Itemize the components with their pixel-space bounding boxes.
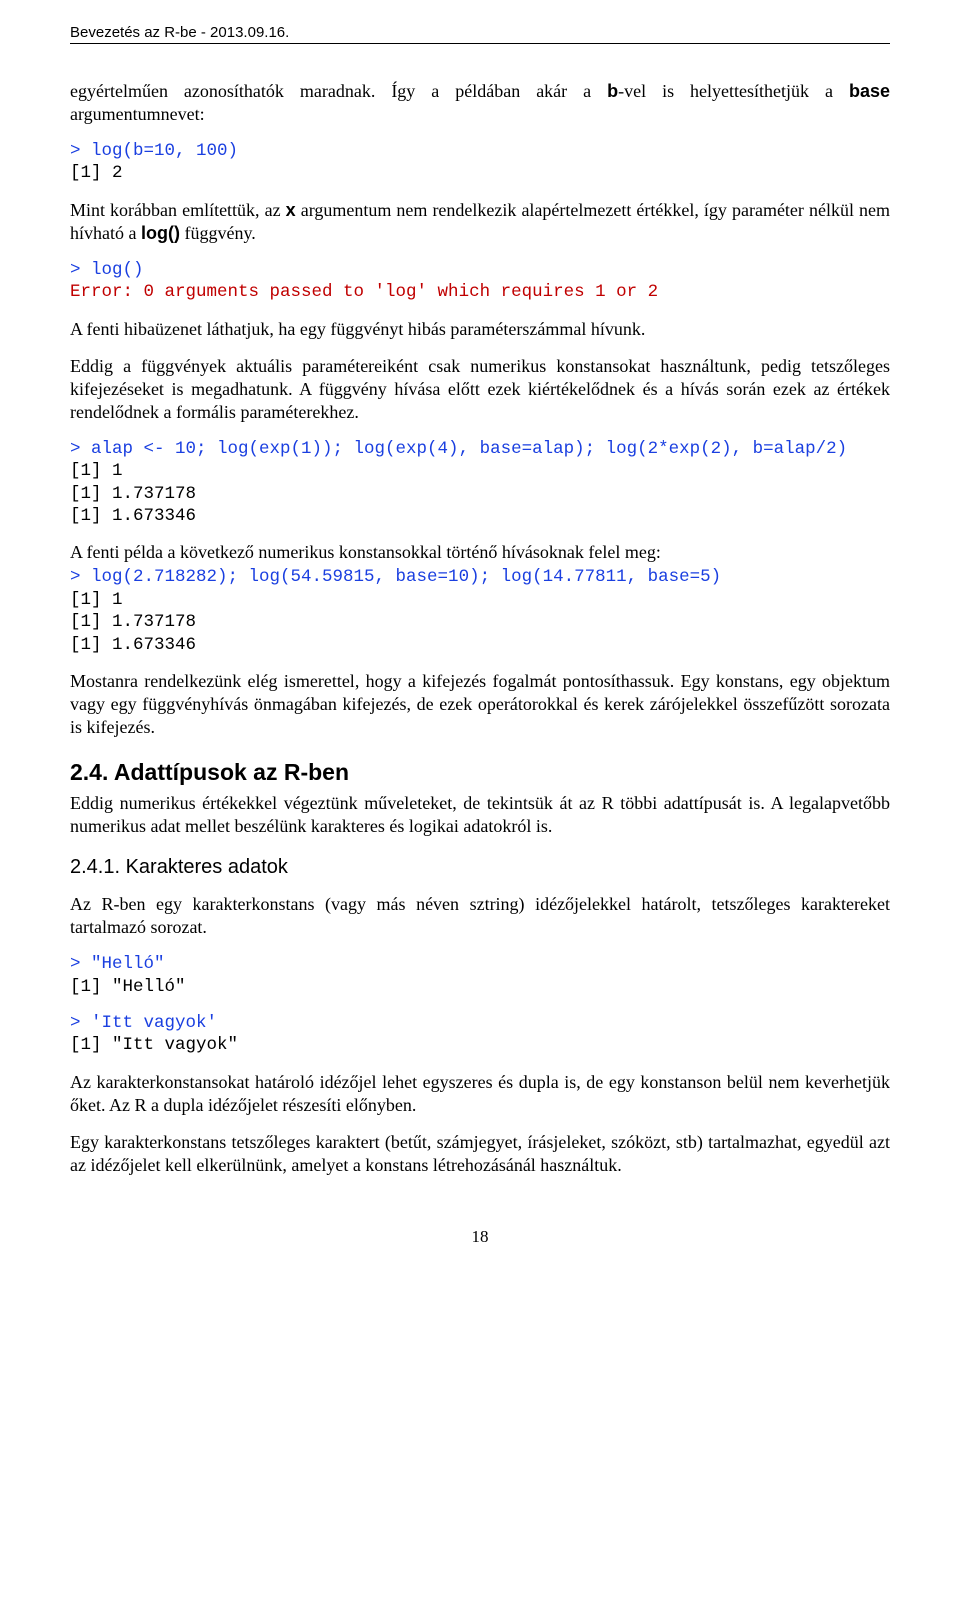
paragraph-x-arg: Mint korábban említettük, az x argumentu… — [70, 199, 890, 245]
code-prompt: > "Helló" — [70, 954, 165, 974]
code-block-5: > "Helló" [1] "Helló" — [70, 953, 890, 998]
code-block-3: > alap <- 10; log(exp(1)); log(exp(4), b… — [70, 438, 890, 528]
code-error: Error: 0 arguments passed to 'log' which… — [70, 282, 658, 302]
code-output: [1] 1.737178 — [70, 612, 196, 632]
code-block-1: > log(b=10, 100) [1] 2 — [70, 140, 890, 185]
paragraph-char: Az R-ben egy karakterkonstans (vagy más … — [70, 893, 890, 939]
paragraph-expression-def: Mostanra rendelkezünk elég ismerettel, h… — [70, 670, 890, 739]
paragraph-exprs: Eddig a függvények aktuális paramétereik… — [70, 355, 890, 424]
inline-code-x: x — [286, 200, 296, 220]
paragraph-error-note: A fenti hibaüzenet láthatjuk, ha egy füg… — [70, 318, 890, 341]
paragraph-quotes: Az karakterkonstansokat határoló idézője… — [70, 1071, 890, 1117]
heading-2-4-1: 2.4.1. Karakteres adatok — [70, 856, 890, 879]
code-output: [1] 2 — [70, 163, 123, 183]
code-block-2: > log() Error: 0 arguments passed to 'lo… — [70, 259, 890, 304]
page-number: 18 — [70, 1227, 890, 1247]
code-prompt: > 'Itt vagyok' — [70, 1013, 217, 1033]
paragraph-intro: egyértelműen azonosíthatók maradnak. Így… — [70, 80, 890, 126]
code-prompt: > log() — [70, 260, 144, 280]
paragraph-constants: A fenti példa a következő numerikus kons… — [70, 541, 890, 564]
code-output: [1] "Itt vagyok" — [70, 1035, 238, 1055]
code-prompt: > alap <- 10; log(exp(1)); log(exp(4), b… — [70, 439, 847, 459]
text: egyértelműen azonosíthatók maradnak. Így… — [70, 81, 607, 101]
heading-2-4: 2.4. Adattípusok az R-ben — [70, 759, 890, 786]
paragraph-datatypes: Eddig numerikus értékekkel végeztünk műv… — [70, 792, 890, 838]
code-block-4: > log(2.718282); log(54.59815, base=10);… — [70, 566, 890, 656]
text: Mint korábban említettük, az — [70, 200, 286, 220]
inline-code-b: b — [607, 81, 618, 101]
code-output: [1] 1.737178 — [70, 484, 196, 504]
code-prompt: > log(2.718282); log(54.59815, base=10);… — [70, 567, 721, 587]
paragraph-char-any: Egy karakterkonstans tetszőleges karakte… — [70, 1131, 890, 1177]
code-output: [1] 1 — [70, 461, 123, 481]
code-output: [1] "Helló" — [70, 977, 186, 997]
page-root: Bevezetés az R-be - 2013.09.16. egyértel… — [0, 0, 960, 1287]
code-output: [1] 1.673346 — [70, 635, 196, 655]
page-header: Bevezetés az R-be - 2013.09.16. — [70, 24, 890, 44]
text: argumentumnevet: — [70, 104, 205, 124]
text: -vel is helyettesíthetjük a — [618, 81, 849, 101]
code-output: [1] 1 — [70, 590, 123, 610]
text: függvény. — [180, 223, 256, 243]
code-prompt: > log(b=10, 100) — [70, 141, 238, 161]
inline-code-base: base — [849, 81, 890, 101]
inline-code-log: log() — [141, 223, 180, 243]
code-output: [1] 1.673346 — [70, 506, 196, 526]
code-block-6: > 'Itt vagyok' [1] "Itt vagyok" — [70, 1012, 890, 1057]
